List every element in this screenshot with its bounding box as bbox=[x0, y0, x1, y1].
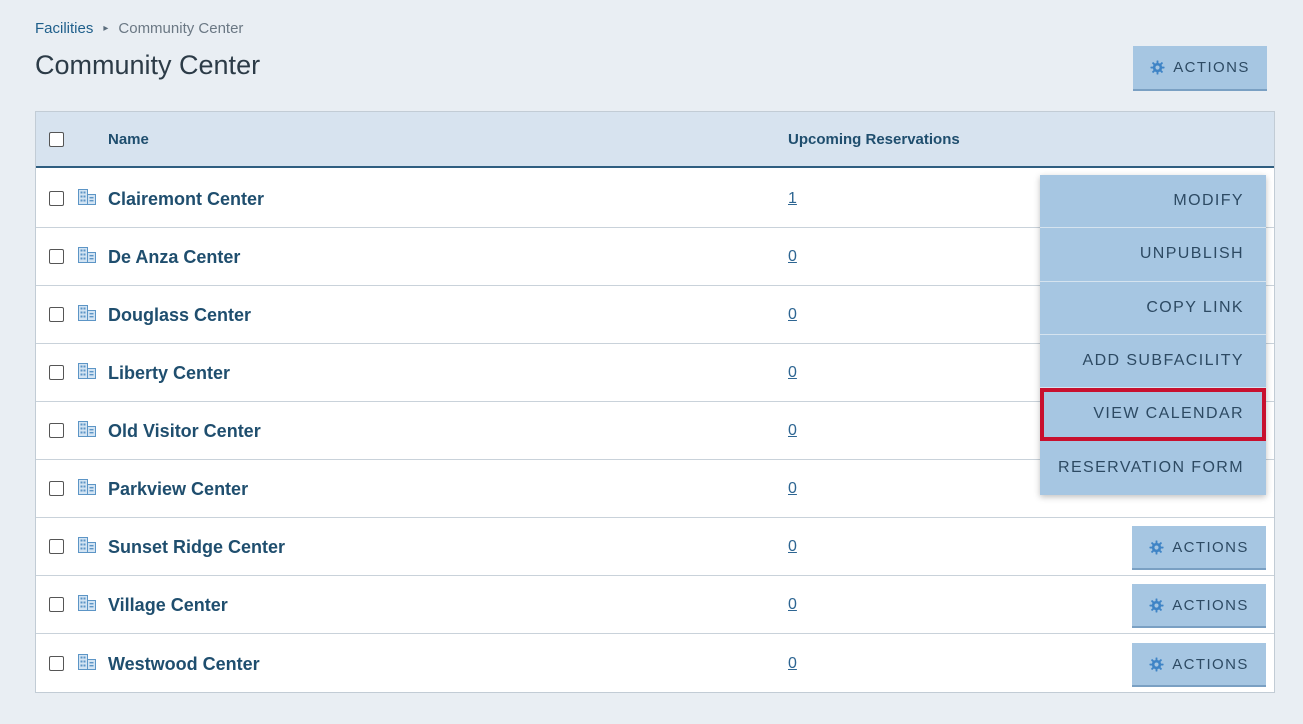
row-checkbox[interactable] bbox=[49, 597, 64, 612]
facility-name-link[interactable]: Clairemont Center bbox=[108, 189, 264, 210]
facility-name-link[interactable]: Sunset Ridge Center bbox=[108, 537, 285, 558]
facility-name-link[interactable]: Douglass Center bbox=[108, 305, 251, 326]
gear-icon bbox=[1149, 656, 1164, 672]
menu-item-modify[interactable]: MODIFY bbox=[1040, 175, 1266, 229]
menu-item-reservation-form[interactable]: RESERVATION FORM bbox=[1040, 441, 1266, 494]
row-checkbox[interactable] bbox=[49, 539, 64, 554]
row-checkbox[interactable] bbox=[49, 191, 64, 206]
building-icon bbox=[78, 654, 96, 675]
table-row: Sunset Ridge Center 0 ACTIONS bbox=[36, 518, 1274, 576]
menu-item-view-calendar[interactable]: VIEW CALENDAR bbox=[1040, 388, 1266, 442]
building-icon bbox=[78, 305, 96, 326]
building-icon bbox=[78, 595, 96, 616]
upcoming-reservations-link[interactable]: 0 bbox=[788, 364, 797, 382]
facility-name-link[interactable]: Liberty Center bbox=[108, 363, 230, 384]
menu-item-unpublish[interactable]: UNPUBLISH bbox=[1040, 228, 1266, 282]
building-icon bbox=[78, 189, 96, 210]
page-title: Community Center bbox=[35, 50, 261, 80]
column-header-name[interactable]: Name bbox=[108, 131, 149, 148]
building-icon bbox=[78, 247, 96, 268]
building-icon bbox=[78, 363, 96, 384]
gear-icon bbox=[1149, 597, 1164, 613]
table-row: Village Center 0 ACTIONS bbox=[36, 576, 1274, 634]
upcoming-reservations-link[interactable]: 0 bbox=[788, 248, 797, 266]
table-row: Westwood Center 0 ACTIONS bbox=[36, 635, 1274, 693]
actions-dropdown-menu: MODIFY UNPUBLISH COPY LINK ADD SUBFACILITY V… bbox=[1040, 175, 1266, 495]
facility-name-link[interactable]: Old Visitor Center bbox=[108, 421, 261, 442]
menu-item-add-subfacility[interactable]: ADD SUBFACILITY bbox=[1040, 335, 1266, 389]
row-checkbox[interactable] bbox=[49, 423, 64, 438]
facility-name-link[interactable]: Village Center bbox=[108, 595, 228, 616]
row-actions-button[interactable]: ACTIONS bbox=[1132, 643, 1266, 687]
menu-item-copy-link[interactable]: COPY LINK bbox=[1040, 282, 1266, 335]
row-checkbox[interactable] bbox=[49, 307, 64, 322]
breadcrumb-separator: ▸ bbox=[103, 23, 109, 34]
facility-name-link[interactable]: De Anza Center bbox=[108, 247, 240, 268]
upcoming-reservations-link[interactable]: 0 bbox=[788, 422, 797, 440]
upcoming-reservations-link[interactable]: 0 bbox=[788, 538, 797, 556]
actions-button-label: ACTIONS bbox=[1173, 59, 1250, 76]
row-checkbox[interactable] bbox=[49, 365, 64, 380]
facility-name-link[interactable]: Parkview Center bbox=[108, 479, 248, 500]
actions-button-label: ACTIONS bbox=[1172, 655, 1249, 673]
row-checkbox[interactable] bbox=[49, 656, 64, 671]
breadcrumb: Facilities ▸ Community Center bbox=[35, 20, 243, 37]
upcoming-reservations-link[interactable]: 0 bbox=[788, 306, 797, 324]
actions-button-label: ACTIONS bbox=[1172, 596, 1249, 614]
page-actions-button[interactable]: ACTIONS bbox=[1133, 46, 1267, 91]
column-header-upcoming[interactable]: Upcoming Reservations bbox=[788, 131, 960, 148]
building-icon bbox=[78, 537, 96, 558]
gear-icon bbox=[1149, 539, 1164, 555]
upcoming-reservations-link[interactable]: 0 bbox=[788, 596, 797, 614]
breadcrumb-current: Community Center bbox=[118, 20, 244, 37]
building-icon bbox=[78, 479, 96, 500]
row-checkbox[interactable] bbox=[49, 481, 64, 496]
upcoming-reservations-link[interactable]: 1 bbox=[788, 190, 797, 208]
gear-icon bbox=[1150, 60, 1165, 75]
row-actions-button[interactable]: ACTIONS bbox=[1132, 584, 1266, 628]
upcoming-reservations-link[interactable]: 0 bbox=[788, 480, 797, 498]
facility-name-link[interactable]: Westwood Center bbox=[108, 654, 260, 675]
select-all-checkbox[interactable] bbox=[49, 132, 64, 147]
table-header: Name Upcoming Reservations bbox=[36, 112, 1274, 168]
building-icon bbox=[78, 421, 96, 442]
row-actions-button[interactable]: ACTIONS bbox=[1132, 526, 1266, 570]
row-checkbox[interactable] bbox=[49, 249, 64, 264]
upcoming-reservations-link[interactable]: 0 bbox=[788, 655, 797, 673]
actions-button-label: ACTIONS bbox=[1172, 538, 1249, 556]
breadcrumb-facilities-link[interactable]: Facilities bbox=[35, 20, 93, 37]
